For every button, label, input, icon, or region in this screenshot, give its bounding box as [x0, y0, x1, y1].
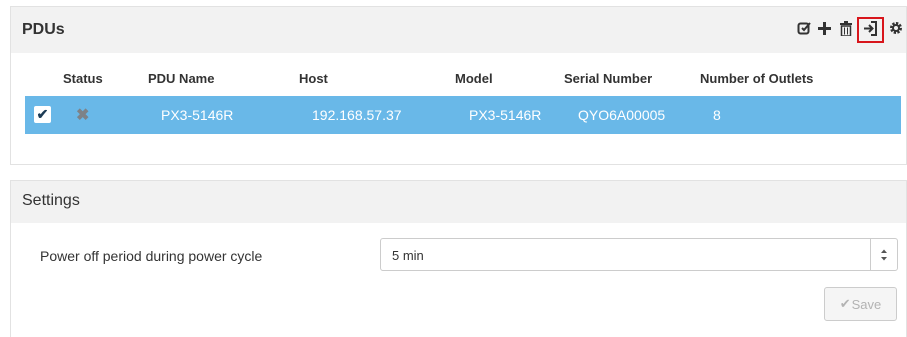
pdu-table-header: Status PDU Name Host Model Serial Number… — [11, 64, 906, 92]
power-off-period-value: 5 min — [392, 248, 424, 263]
pdus-panel: PDUs Status PDU Name Host Model Serial N… — [10, 6, 907, 165]
trash-icon — [839, 20, 852, 40]
pdus-toolbar — [793, 17, 906, 43]
save-button[interactable]: ✔ Save — [824, 287, 897, 321]
status-disconnected-icon: ✖ — [76, 107, 90, 124]
settings-panel: Settings Power off period during power c… — [10, 180, 907, 337]
cell-model: PX3-5146R — [469, 107, 542, 123]
sign-in-icon — [863, 20, 878, 40]
column-pdu-name[interactable]: PDU Name — [148, 71, 214, 86]
row-checkbox[interactable]: ✔ — [34, 106, 51, 123]
edit-button[interactable] — [793, 18, 814, 42]
pdus-panel-header: PDUs — [11, 7, 906, 53]
gear-icon — [889, 21, 903, 39]
select-arrows-icon — [870, 239, 897, 270]
settings-panel-header: Settings — [11, 181, 906, 223]
save-label: Save — [851, 296, 882, 312]
table-row[interactable]: ✔ ✖ PX3-5146R 192.168.57.37 PX3-5146R QY… — [25, 96, 901, 134]
cell-pdu-name: PX3-5146R — [161, 107, 234, 123]
plus-icon — [818, 21, 831, 39]
power-off-period-label: Power off period during power cycle — [40, 248, 263, 264]
cell-number-of-outlets: 8 — [713, 107, 721, 123]
column-number-of-outlets[interactable]: Number of Outlets — [700, 71, 813, 86]
delete-button[interactable] — [835, 18, 856, 42]
edit-icon — [797, 21, 811, 39]
column-model[interactable]: Model — [455, 71, 493, 86]
column-status[interactable]: Status — [63, 71, 103, 86]
cell-serial-number: QYO6A00005 — [578, 107, 666, 123]
pdus-title: PDUs — [22, 21, 65, 38]
power-off-period-select[interactable]: 5 min — [380, 238, 898, 271]
settings-button[interactable] — [885, 18, 906, 42]
add-button[interactable] — [814, 18, 835, 42]
column-host[interactable]: Host — [299, 71, 328, 86]
cell-host: 192.168.57.37 — [312, 107, 402, 123]
column-serial-number[interactable]: Serial Number — [564, 71, 652, 86]
settings-title: Settings — [22, 192, 80, 209]
check-icon: ✔ — [839, 296, 851, 311]
import-button[interactable] — [857, 17, 884, 43]
